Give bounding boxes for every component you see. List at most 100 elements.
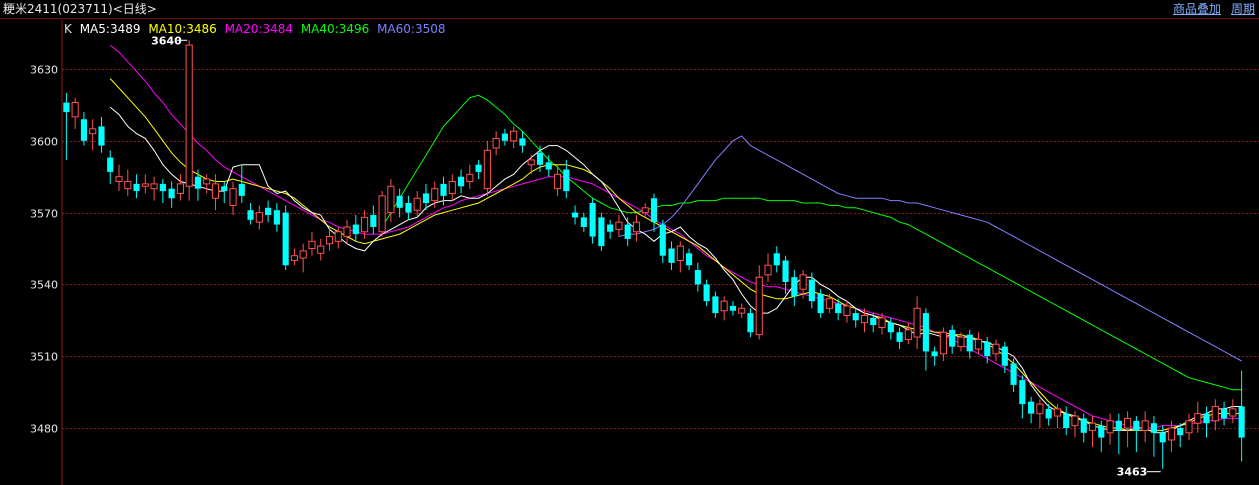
candle-body bbox=[124, 180, 132, 190]
candle-body bbox=[949, 329, 956, 347]
candle-body bbox=[632, 221, 641, 233]
candle-body bbox=[159, 183, 166, 192]
candle-body bbox=[580, 217, 587, 227]
candle-body bbox=[1088, 422, 1097, 431]
candle-body bbox=[1080, 418, 1087, 433]
candle-body bbox=[440, 183, 447, 196]
candle-body bbox=[1106, 420, 1114, 434]
candle-body bbox=[194, 176, 202, 189]
candle-body bbox=[852, 313, 859, 321]
candle-body bbox=[729, 305, 737, 311]
candle-body bbox=[115, 176, 123, 182]
candle-body bbox=[501, 133, 508, 141]
candle-body bbox=[536, 152, 544, 165]
y-tick-label: 3570 bbox=[30, 208, 58, 221]
candle-body bbox=[720, 300, 728, 312]
candle-body bbox=[168, 188, 175, 199]
candle-body bbox=[686, 253, 693, 266]
candle-body bbox=[1203, 413, 1210, 424]
candle-body bbox=[553, 173, 562, 190]
candle-body bbox=[1010, 363, 1017, 385]
candle-body bbox=[931, 351, 938, 357]
candle-body bbox=[255, 212, 263, 223]
candle-body bbox=[747, 313, 754, 333]
candle-body bbox=[431, 188, 439, 202]
candle-body bbox=[957, 336, 965, 348]
ma60-line bbox=[618, 135, 1242, 362]
candle-body bbox=[659, 224, 666, 256]
candle-body bbox=[413, 197, 421, 211]
candle-body bbox=[1185, 420, 1193, 434]
candle-body bbox=[265, 207, 272, 215]
candle-body bbox=[325, 236, 334, 245]
y-tick-label: 3510 bbox=[30, 351, 58, 364]
candle-body bbox=[887, 322, 894, 333]
candle-body bbox=[676, 245, 684, 261]
candle-body bbox=[405, 203, 412, 213]
candle-body bbox=[589, 203, 596, 237]
candle-body bbox=[1001, 346, 1008, 366]
candle-body bbox=[1124, 417, 1132, 429]
candle-body bbox=[843, 305, 851, 317]
candle-body bbox=[1071, 415, 1079, 427]
candle-body bbox=[334, 231, 342, 242]
candle-body bbox=[247, 210, 254, 220]
candle-body bbox=[1019, 380, 1026, 405]
candle-body bbox=[343, 226, 351, 238]
candle-body bbox=[939, 331, 947, 355]
candle-body bbox=[878, 317, 886, 328]
candle-body bbox=[352, 224, 359, 235]
candle-body bbox=[712, 296, 719, 314]
candle-body bbox=[1211, 405, 1219, 422]
candle-body bbox=[808, 279, 815, 302]
candle-body bbox=[290, 255, 298, 261]
candle-body bbox=[966, 334, 973, 352]
candle-body bbox=[422, 193, 430, 204]
candle-body bbox=[974, 338, 983, 350]
candle-body bbox=[703, 284, 710, 302]
candle-body bbox=[624, 224, 631, 239]
candle-body bbox=[361, 216, 369, 233]
candle-body bbox=[1141, 420, 1149, 431]
candle-body bbox=[1098, 425, 1105, 438]
candle-body bbox=[273, 210, 280, 225]
candle-body bbox=[799, 274, 807, 290]
candle-body bbox=[71, 102, 79, 118]
candle-body bbox=[1115, 420, 1122, 431]
candle-body bbox=[457, 176, 465, 187]
candle-body bbox=[396, 195, 403, 208]
candle-body bbox=[483, 149, 491, 190]
candle-body bbox=[922, 313, 929, 352]
candle-body bbox=[89, 128, 97, 135]
candle-body bbox=[896, 332, 903, 342]
candle-body bbox=[1167, 427, 1176, 441]
candle-body bbox=[107, 157, 114, 172]
candle-body bbox=[1133, 420, 1140, 431]
candle-body bbox=[668, 248, 675, 263]
candle-body bbox=[817, 293, 824, 314]
kline-chart[interactable]: 36303600357035403510348036403463 bbox=[0, 0, 1259, 485]
candle-body bbox=[1229, 408, 1237, 417]
candle-body bbox=[791, 277, 798, 297]
candle-body bbox=[1063, 413, 1070, 428]
y-tick-label: 3540 bbox=[30, 279, 58, 292]
candle-body bbox=[185, 44, 193, 187]
candle-body bbox=[694, 270, 701, 285]
candle-body bbox=[563, 169, 570, 192]
candle-body bbox=[141, 183, 149, 187]
candle-body bbox=[764, 264, 772, 276]
candle-body bbox=[992, 343, 1000, 355]
candle-body bbox=[211, 183, 220, 199]
candle-body bbox=[870, 317, 877, 326]
candle-body bbox=[150, 183, 158, 190]
candle-body bbox=[317, 245, 325, 254]
candle-body bbox=[475, 164, 482, 172]
candle-body bbox=[598, 217, 605, 247]
candle-body bbox=[755, 276, 763, 336]
candle-body bbox=[773, 253, 780, 266]
candle-body bbox=[1045, 408, 1052, 419]
candle-body bbox=[738, 307, 746, 314]
candle-body bbox=[1159, 432, 1166, 443]
candle-body bbox=[308, 240, 316, 250]
candle-body bbox=[1238, 406, 1245, 438]
